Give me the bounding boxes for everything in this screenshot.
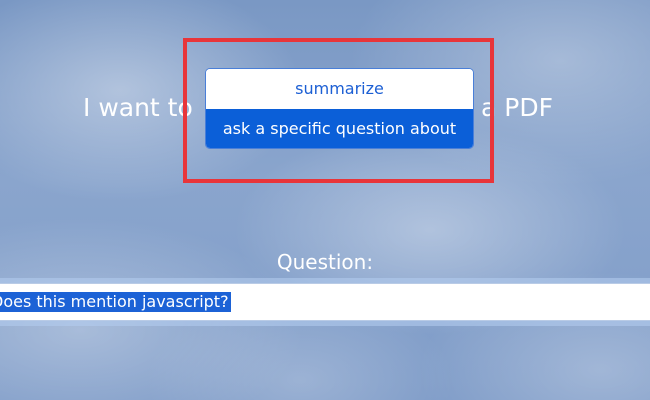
dropdown-option-summarize[interactable]: summarize [206, 69, 473, 109]
prompt-prefix-text: I want to [83, 93, 193, 122]
question-input-container: Does this mention javascript? [0, 278, 650, 326]
action-dropdown-list[interactable]: summarize ask a specific question about [205, 68, 474, 149]
question-input-value: Does this mention javascript? [0, 292, 231, 312]
question-input[interactable]: Does this mention javascript? [0, 283, 650, 321]
dropdown-option-ask-question[interactable]: ask a specific question about [206, 109, 473, 148]
question-label: Question: [276, 250, 374, 274]
